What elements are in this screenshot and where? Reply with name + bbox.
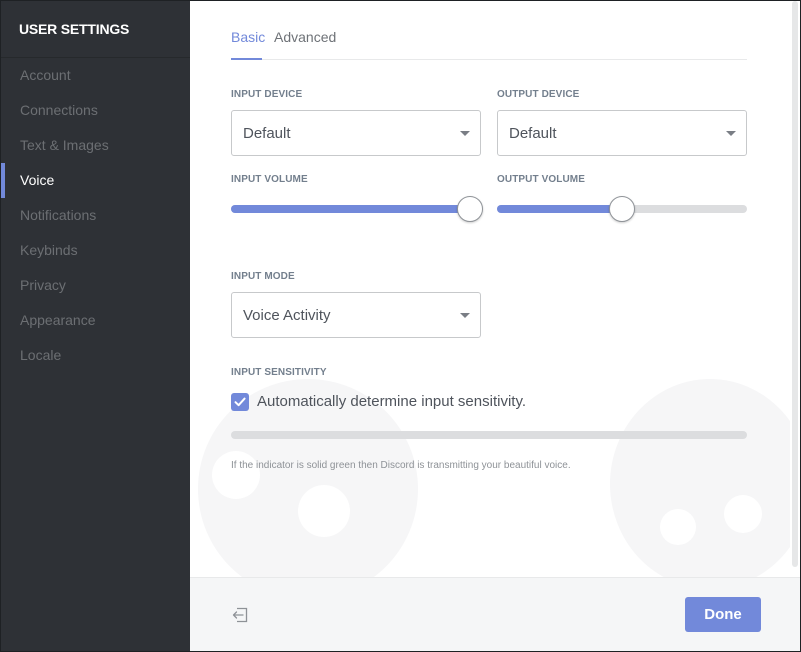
output-device-select[interactable]: Default bbox=[497, 110, 747, 156]
settings-window: USER SETTINGS Account Connections Text &… bbox=[0, 0, 801, 652]
slider-fill bbox=[497, 205, 622, 213]
chevron-down-icon bbox=[460, 131, 470, 136]
chevron-down-icon bbox=[460, 313, 470, 318]
sidebar-item-connections[interactable]: Connections bbox=[1, 93, 190, 128]
sensitivity-hint: If the indicator is solid green then Dis… bbox=[231, 460, 571, 471]
tab-active-indicator bbox=[231, 58, 262, 60]
slider-handle[interactable] bbox=[457, 196, 483, 222]
auto-sensitivity-checkbox[interactable] bbox=[231, 393, 249, 411]
scrollbar[interactable] bbox=[790, 1, 800, 577]
voice-settings-panel: Basic Advanced INPUT DEVICE OUTPUT DEVIC… bbox=[190, 1, 790, 577]
decorative-dot bbox=[724, 495, 762, 533]
sidebar-item-privacy[interactable]: Privacy bbox=[1, 268, 190, 303]
sidebar-title: USER SETTINGS bbox=[19, 21, 130, 37]
sidebar-item-voice[interactable]: Voice bbox=[1, 163, 190, 198]
auto-sensitivity-label[interactable]: Automatically determine input sensitivit… bbox=[257, 393, 526, 410]
input-mode-value: Voice Activity bbox=[243, 307, 331, 324]
decorative-dot bbox=[660, 509, 696, 545]
output-device-label: OUTPUT DEVICE bbox=[497, 89, 580, 100]
sidebar: USER SETTINGS Account Connections Text &… bbox=[1, 1, 190, 651]
input-device-label: INPUT DEVICE bbox=[231, 89, 303, 100]
settings-footer: Done bbox=[190, 577, 800, 651]
slider-fill bbox=[231, 205, 470, 213]
sidebar-item-locale[interactable]: Locale bbox=[1, 338, 190, 373]
input-volume-slider[interactable] bbox=[231, 196, 483, 222]
tab-advanced[interactable]: Advanced bbox=[274, 29, 336, 45]
output-volume-label: OUTPUT VOLUME bbox=[497, 174, 585, 185]
check-icon bbox=[234, 397, 246, 407]
input-sensitivity-label: INPUT SENSITIVITY bbox=[231, 367, 327, 378]
input-volume-label: INPUT VOLUME bbox=[231, 174, 308, 185]
settings-main: Basic Advanced INPUT DEVICE OUTPUT DEVIC… bbox=[190, 1, 800, 651]
tab-basic[interactable]: Basic bbox=[231, 29, 265, 45]
sidebar-item-appearance[interactable]: Appearance bbox=[1, 303, 190, 338]
scrollbar-thumb[interactable] bbox=[792, 1, 798, 567]
logout-icon[interactable] bbox=[231, 606, 249, 624]
sidebar-item-notifications[interactable]: Notifications bbox=[1, 198, 190, 233]
done-button[interactable]: Done bbox=[685, 597, 761, 632]
sidebar-item-keybinds[interactable]: Keybinds bbox=[1, 233, 190, 268]
input-mode-label: INPUT MODE bbox=[231, 271, 295, 282]
input-device-select[interactable]: Default bbox=[231, 110, 481, 156]
chevron-down-icon bbox=[726, 131, 736, 136]
tab-divider bbox=[231, 59, 747, 60]
sidebar-item-text-images[interactable]: Text & Images bbox=[1, 128, 190, 163]
input-mode-select[interactable]: Voice Activity bbox=[231, 292, 481, 338]
sidebar-item-account[interactable]: Account bbox=[1, 58, 190, 93]
sensitivity-indicator bbox=[231, 431, 747, 439]
decorative-blob bbox=[610, 379, 790, 577]
decorative-dot bbox=[212, 451, 260, 499]
slider-handle[interactable] bbox=[609, 196, 635, 222]
output-volume-slider[interactable] bbox=[497, 196, 747, 222]
output-device-value: Default bbox=[509, 125, 557, 142]
input-device-value: Default bbox=[243, 125, 291, 142]
decorative-dot bbox=[298, 485, 350, 537]
